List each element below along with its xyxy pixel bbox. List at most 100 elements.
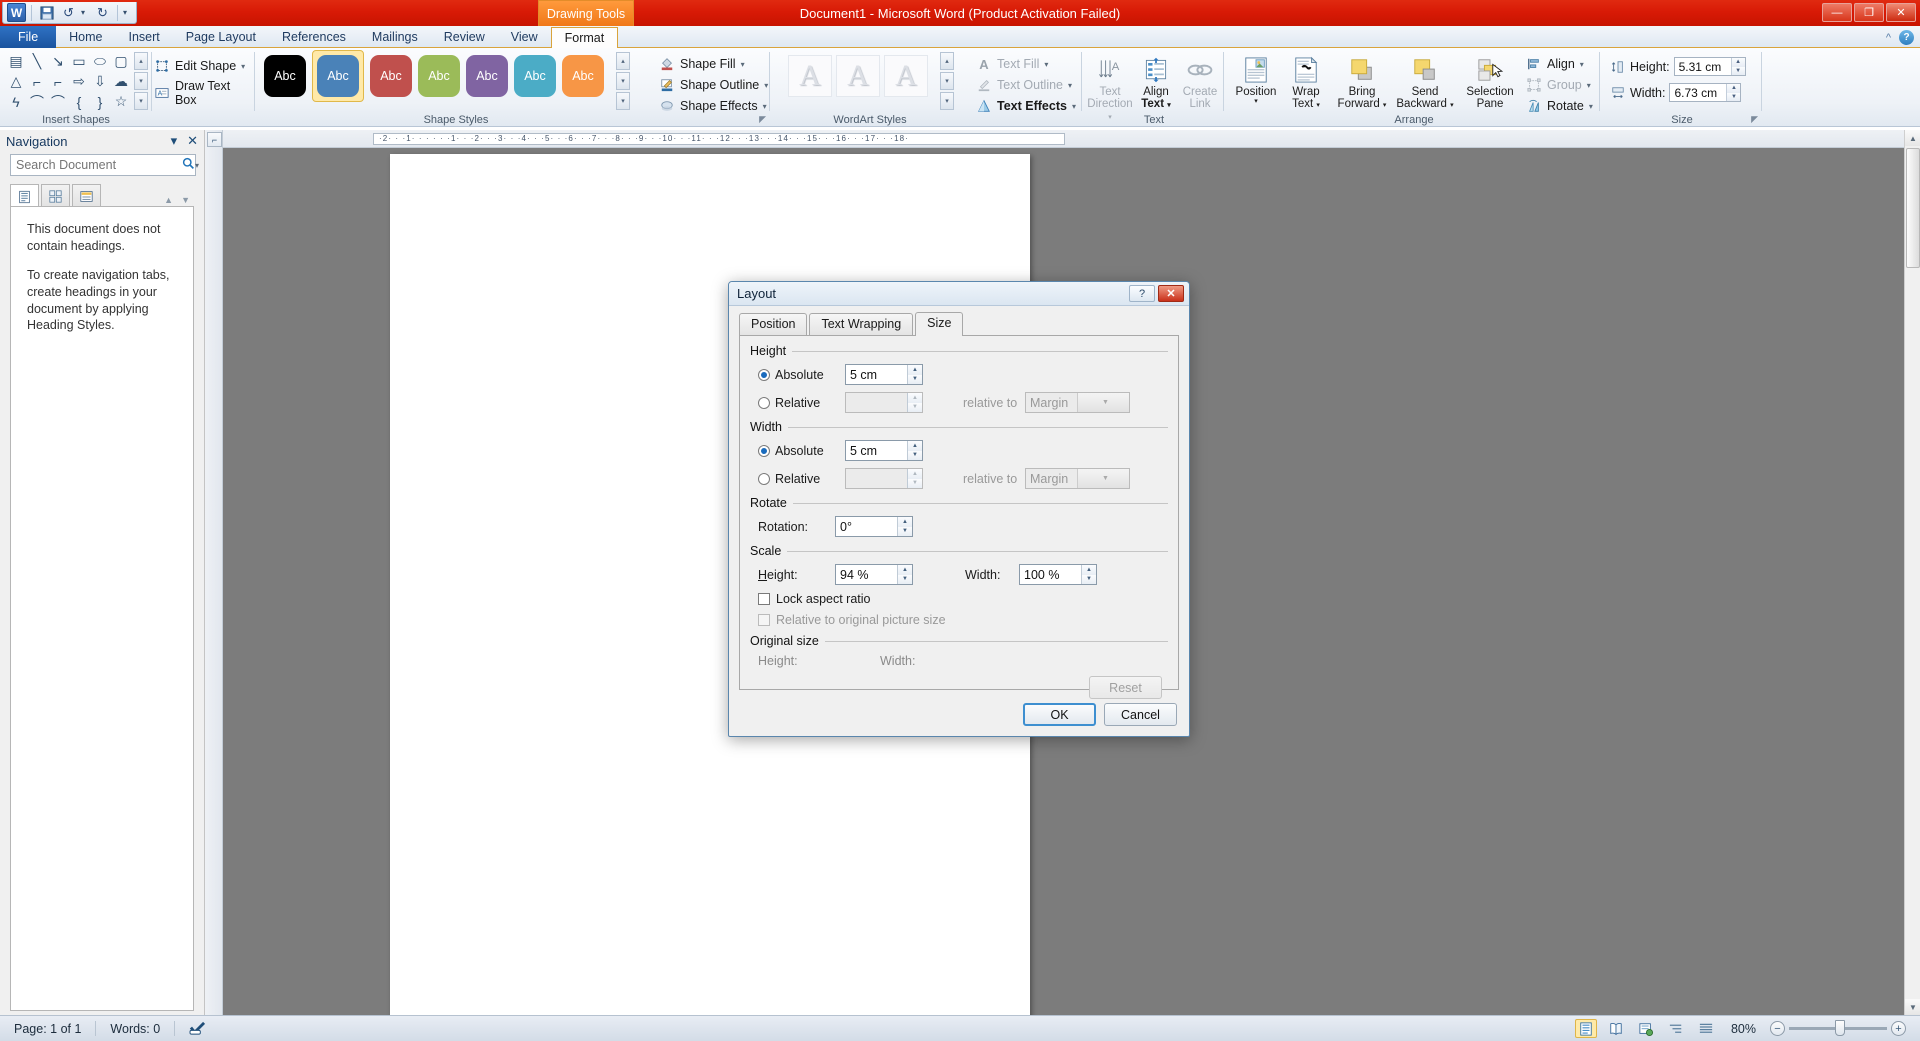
wordart-sample-1[interactable]: A: [788, 55, 832, 97]
send-backward-button[interactable]: Send Backward ▾: [1394, 54, 1456, 110]
navigation-search-box[interactable]: ▾: [10, 154, 199, 176]
save-icon[interactable]: [37, 3, 56, 22]
shape-right-brace-icon[interactable]: }: [90, 92, 110, 111]
wordart-sample-2[interactable]: A: [836, 55, 880, 97]
redo-icon[interactable]: ↻: [93, 3, 112, 22]
shape-curve-icon[interactable]: ⌒: [27, 92, 47, 111]
nav-next-icon[interactable]: ▼: [181, 195, 190, 205]
height-absolute-spinbox[interactable]: ▲ ▼: [845, 364, 923, 385]
text-fill-dropdown-icon[interactable]: ▾: [1044, 60, 1048, 69]
scale-width-down-icon[interactable]: ▼: [1082, 574, 1096, 584]
shape-style-swatch-5[interactable]: Abc: [466, 55, 508, 97]
position-button[interactable]: Position ▾: [1232, 54, 1280, 105]
size-width-spinner-down-icon[interactable]: ▼: [1727, 92, 1741, 101]
shape-styles-more-icon[interactable]: ▾: [616, 92, 630, 110]
undo-dropdown-icon[interactable]: ▾: [81, 8, 90, 17]
zoom-level-label[interactable]: 80%: [1725, 1022, 1762, 1036]
edit-shape-dropdown-icon[interactable]: ▾: [241, 62, 245, 71]
navigation-nav-arrows[interactable]: ▲ ▼: [164, 195, 190, 205]
shape-left-brace-icon[interactable]: {: [69, 92, 89, 111]
height-relative-radio[interactable]: [758, 396, 770, 409]
height-absolute-input[interactable]: [846, 365, 907, 384]
help-icon[interactable]: ?: [1899, 30, 1914, 45]
view-web-layout-button[interactable]: [1635, 1019, 1657, 1038]
width-relative-to-arrow-icon[interactable]: ▼: [1077, 469, 1129, 488]
rotation-spinners[interactable]: ▲ ▼: [897, 517, 912, 536]
scrollbar-thumb[interactable]: [1906, 148, 1920, 268]
layout-dialog[interactable]: Layout ? ✕ Position Text Wrapping Size H…: [728, 281, 1190, 737]
width-relative-down-icon[interactable]: ▼: [908, 478, 922, 488]
wordart-scroll-up-icon[interactable]: ▴: [940, 52, 954, 70]
lock-aspect-ratio-row[interactable]: Lock aspect ratio: [750, 592, 1168, 606]
edit-shape-button[interactable]: Edit Shape ▾: [154, 58, 255, 74]
minimize-button[interactable]: —: [1822, 3, 1852, 22]
zoom-slider[interactable]: − +: [1770, 1020, 1906, 1036]
size-height-spinbox[interactable]: ▲ ▼: [1673, 57, 1746, 76]
text-effects-dropdown-icon[interactable]: ▾: [1072, 102, 1076, 111]
shape-styles-scroll-down-icon[interactable]: ▾: [616, 72, 630, 90]
create-link-button[interactable]: Create Link: [1176, 54, 1224, 110]
text-direction-button[interactable]: A Text Direction ▾: [1086, 54, 1134, 122]
scroll-up-icon[interactable]: ▲: [1905, 130, 1920, 146]
shape-right-arrow-icon[interactable]: ⇨: [69, 72, 89, 91]
horizontal-ruler[interactable]: ·2· · ·1· · · · · ·1· · ·2· · ·3· · ·4· …: [223, 130, 1904, 148]
scale-height-down-icon[interactable]: ▼: [898, 574, 912, 584]
text-effects-button[interactable]: Text Effects ▾: [976, 98, 1076, 114]
zoom-out-button[interactable]: −: [1770, 1021, 1785, 1036]
shape-elbow-connector-icon[interactable]: ⌐: [27, 72, 47, 91]
size-height-input[interactable]: [1674, 58, 1731, 75]
wordart-scroll-down-icon[interactable]: ▾: [940, 72, 954, 90]
zoom-track[interactable]: [1789, 1020, 1887, 1036]
width-absolute-spinbox[interactable]: ▲ ▼: [845, 440, 923, 461]
quick-access-toolbar[interactable]: W ↺ ▾ ↻ ▾: [2, 2, 137, 24]
tab-view[interactable]: View: [498, 26, 551, 48]
customize-qat-icon[interactable]: ▾: [123, 8, 132, 17]
scale-height-input[interactable]: [836, 565, 897, 584]
shapes-scroll-up-icon[interactable]: ▴: [134, 52, 148, 70]
wrap-text-button[interactable]: Wrap Text ▾: [1282, 54, 1330, 110]
tab-page-layout[interactable]: Page Layout: [173, 26, 269, 48]
shape-arrow-icon[interactable]: ↘: [48, 52, 68, 71]
position-dropdown-icon[interactable]: ▾: [1254, 98, 1258, 105]
width-absolute-input[interactable]: [846, 441, 907, 460]
wordart-more-icon[interactable]: ▾: [940, 92, 954, 110]
shape-scribble-icon[interactable]: ϟ: [6, 92, 26, 111]
width-relative-up-icon[interactable]: ▲: [908, 469, 922, 479]
size-height-spinner-up-icon[interactable]: ▲: [1731, 58, 1745, 67]
group-dropdown-icon[interactable]: ▾: [1587, 81, 1591, 90]
tab-review[interactable]: Review: [431, 26, 498, 48]
size-height-spinner-down-icon[interactable]: ▼: [1731, 66, 1745, 75]
shape-fill-button[interactable]: Shape Fill ▾: [659, 56, 768, 72]
text-outline-dropdown-icon[interactable]: ▾: [1068, 81, 1072, 90]
height-absolute-radio[interactable]: [758, 368, 770, 381]
dialog-tab-size[interactable]: Size: [915, 312, 964, 336]
shapes-gallery-scroll[interactable]: ▴ ▾ ▾: [134, 52, 148, 110]
shape-outline-button[interactable]: Shape Outline ▾: [659, 77, 768, 93]
view-draft-button[interactable]: [1695, 1019, 1717, 1038]
shape-style-swatch-3[interactable]: Abc: [370, 55, 412, 97]
align-button[interactable]: Align ▾: [1526, 56, 1593, 72]
tab-home[interactable]: Home: [56, 26, 115, 48]
view-full-screen-reading-button[interactable]: [1605, 1019, 1627, 1038]
vertical-ruler[interactable]: ⌐: [205, 130, 223, 1015]
window-controls[interactable]: — ❐ ✕: [1822, 3, 1916, 22]
shapes-more-icon[interactable]: ▾: [134, 92, 148, 110]
navigation-close-icon[interactable]: ✕: [187, 133, 198, 149]
width-absolute-spinners[interactable]: ▲ ▼: [907, 441, 922, 460]
scroll-down-icon[interactable]: ▼: [1905, 999, 1920, 1015]
tab-file[interactable]: File: [0, 26, 57, 48]
scale-width-spinbox[interactable]: ▲ ▼: [1019, 564, 1097, 585]
rotation-input[interactable]: [836, 517, 897, 536]
width-relative-spinners[interactable]: ▲ ▼: [907, 469, 922, 488]
tab-references[interactable]: References: [269, 26, 359, 48]
view-outline-button[interactable]: [1665, 1019, 1687, 1038]
scale-height-up-icon[interactable]: ▲: [898, 565, 912, 575]
cancel-button[interactable]: Cancel: [1104, 703, 1177, 726]
search-icon[interactable]: [182, 157, 195, 173]
proofing-status-icon[interactable]: [175, 1021, 220, 1036]
relative-original-size-row[interactable]: Relative to original picture size: [750, 613, 1168, 627]
draw-text-box-button[interactable]: A Draw Text Box: [154, 79, 255, 107]
height-relative-to-arrow-icon[interactable]: ▼: [1077, 393, 1129, 412]
rotate-button[interactable]: Rotate ▾: [1526, 98, 1593, 114]
close-button[interactable]: ✕: [1886, 3, 1916, 22]
